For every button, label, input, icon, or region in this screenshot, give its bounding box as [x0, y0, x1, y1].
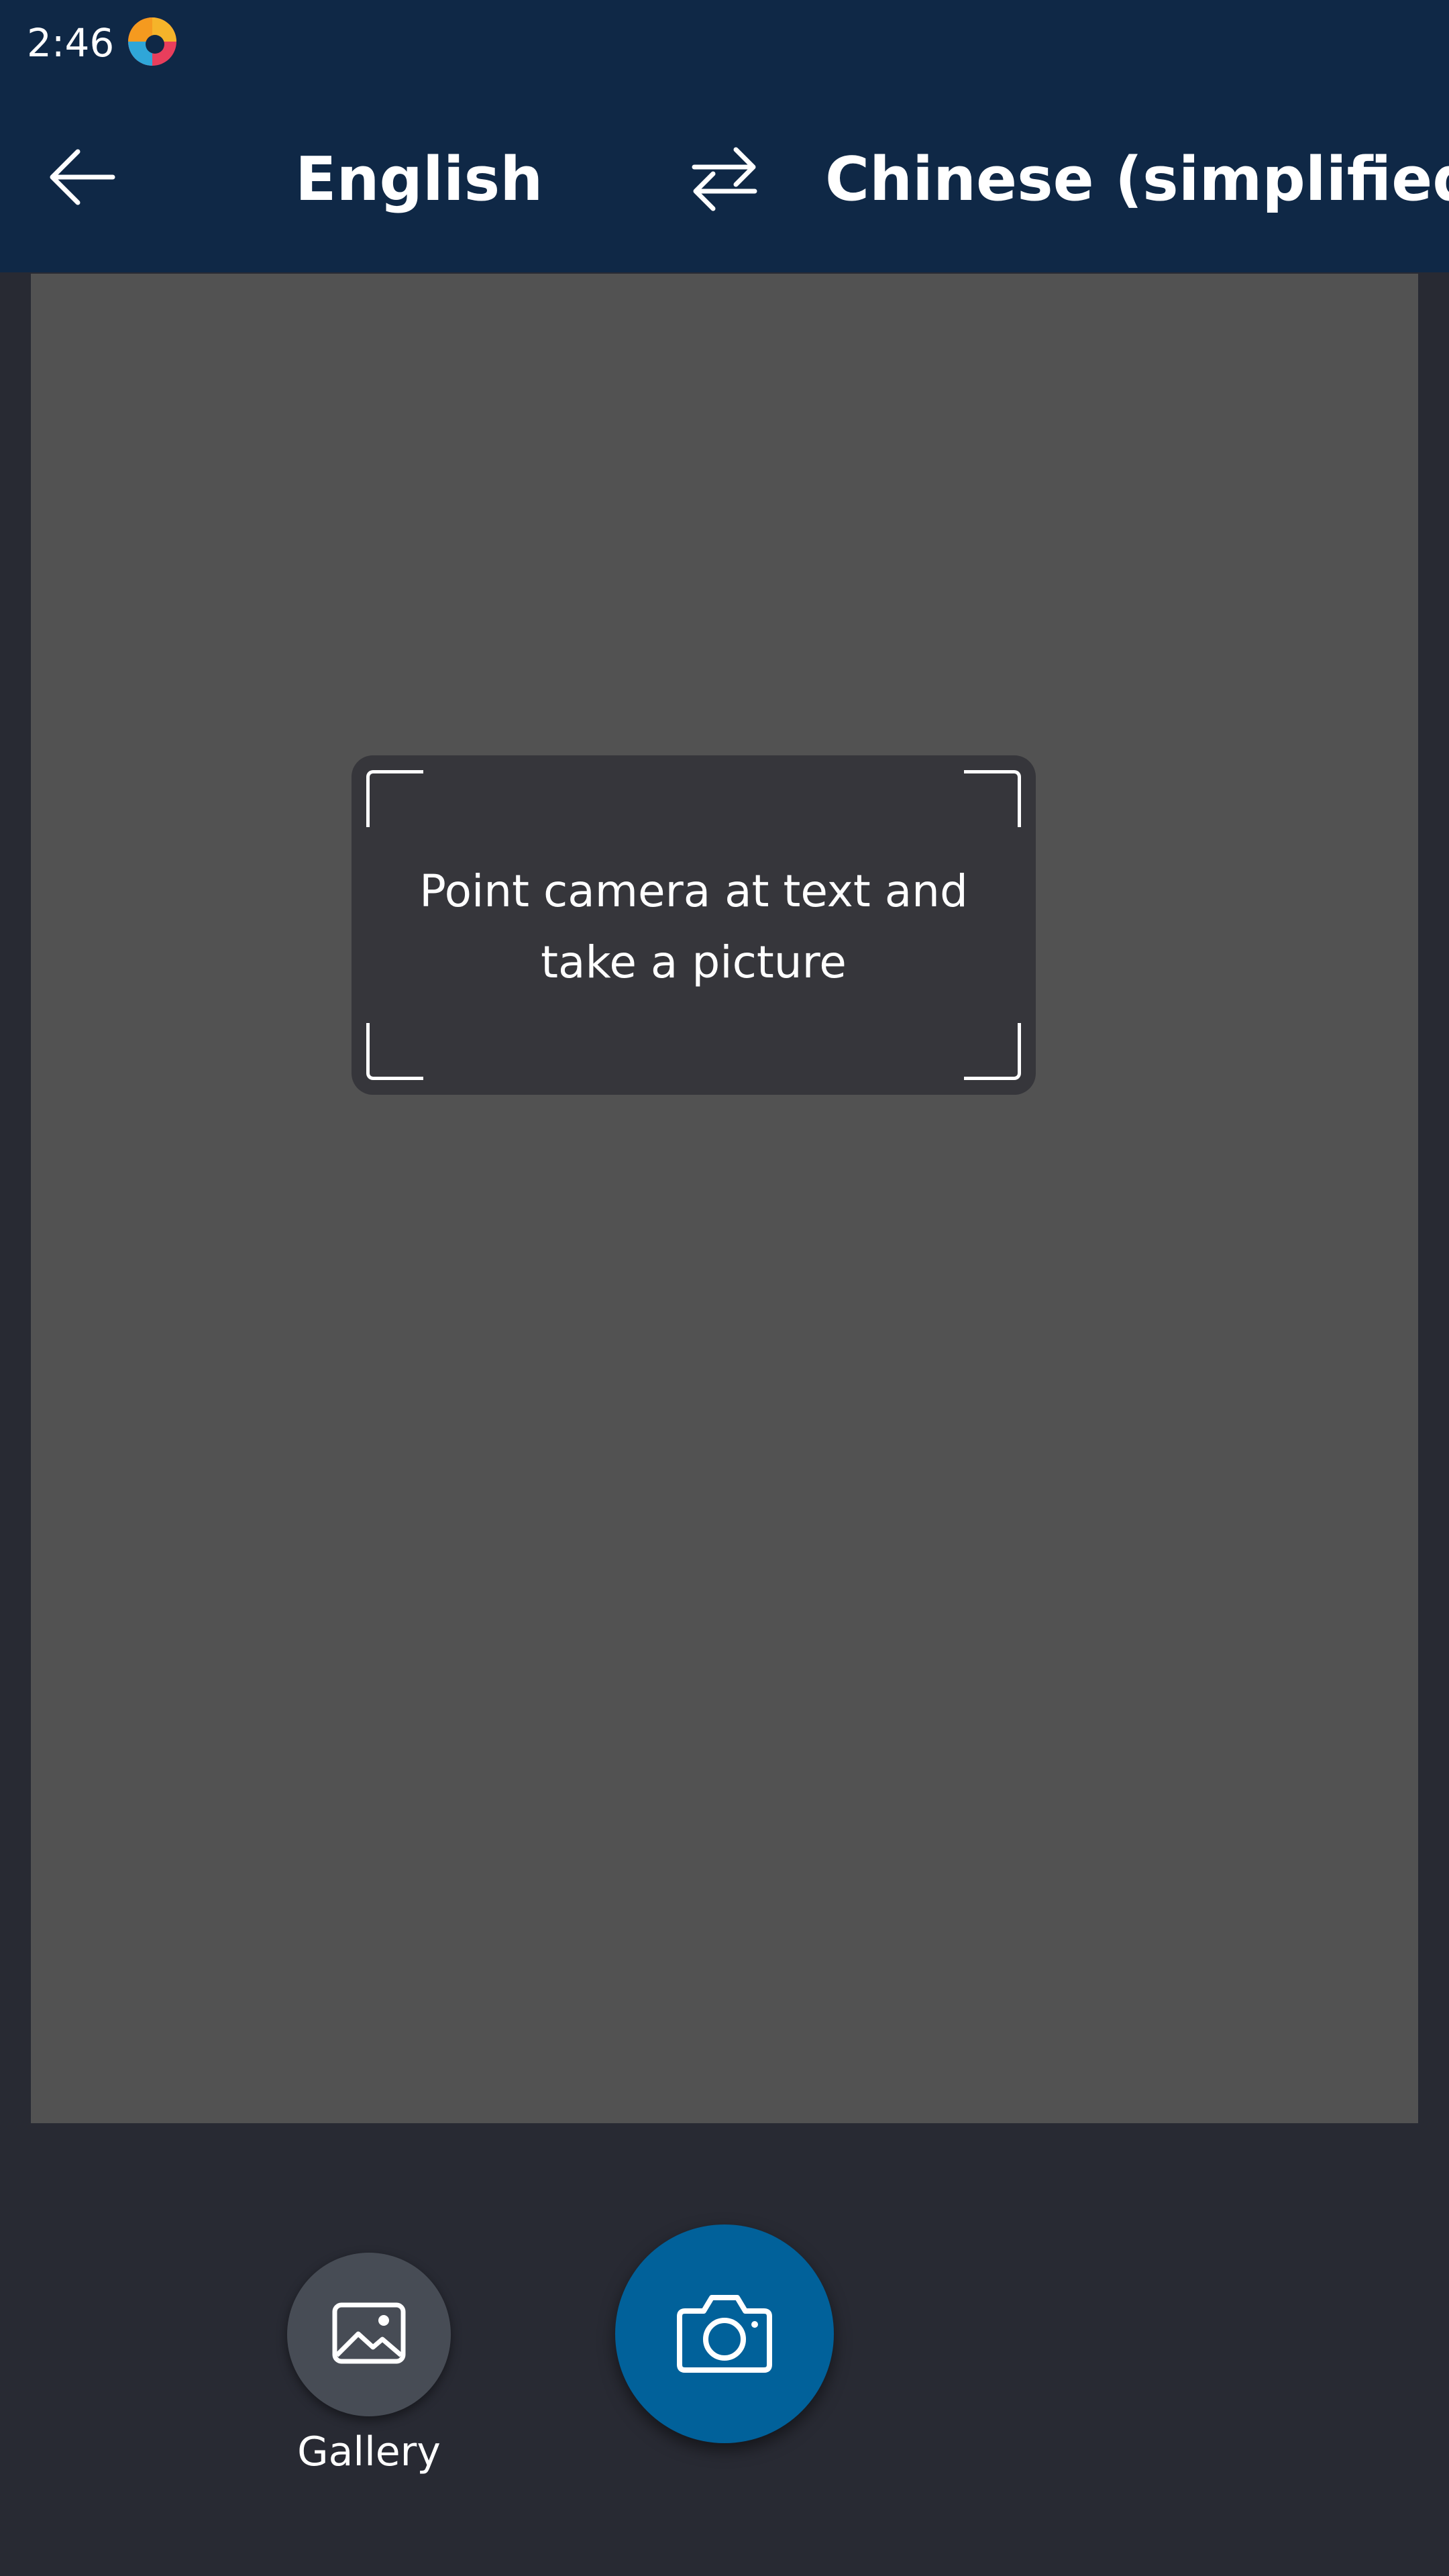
gallery-label: Gallery	[297, 2428, 441, 2475]
capture-photo-button[interactable]	[615, 2224, 834, 2443]
scan-hint-text: Point camera at text and take a picture	[419, 865, 968, 988]
frame-corner-bottom-right	[964, 1023, 1021, 1080]
camera-viewfinder[interactable]	[31, 274, 1418, 2123]
app-bar: English Chinese (simplified)	[0, 93, 1449, 272]
frame-corner-top-left	[366, 770, 423, 827]
swap-arrows-icon	[688, 142, 761, 218]
camera-icon	[676, 2291, 773, 2377]
app-logo-icon	[124, 13, 180, 70]
status-bar: 2:46	[0, 0, 1449, 93]
swap-languages-button[interactable]	[674, 133, 775, 227]
frame-corner-top-right	[964, 770, 1021, 827]
gallery-button[interactable]	[287, 2253, 451, 2416]
frame-corner-bottom-left	[366, 1023, 423, 1080]
source-language-selector[interactable]: English	[295, 133, 543, 227]
back-button[interactable]	[34, 129, 131, 227]
status-time: 2:46	[27, 20, 115, 66]
image-icon	[331, 2302, 407, 2367]
arrow-left-icon	[46, 144, 119, 213]
target-language-selector[interactable]: Chinese (simplified)	[825, 133, 1449, 227]
scan-hint-box: Point camera at text and take a picture	[352, 755, 1036, 1095]
